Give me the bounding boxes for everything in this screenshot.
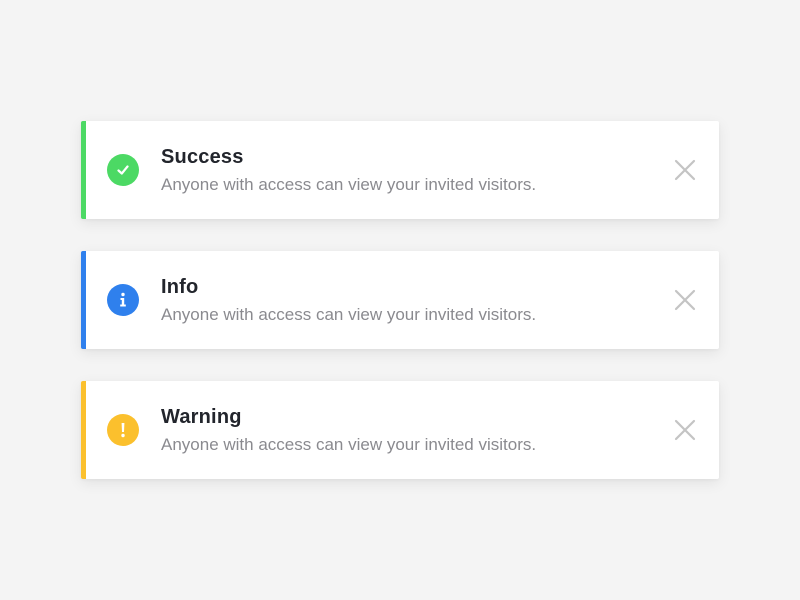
- alert-success-close-button[interactable]: [673, 158, 697, 182]
- alerts-showcase: Success Anyone with access can view your…: [0, 0, 800, 600]
- alert-warning-title: Warning: [161, 406, 242, 428]
- alert-success: Success Anyone with access can view your…: [81, 121, 719, 219]
- warning-circle-icon: [107, 414, 139, 446]
- alert-success-accent-bar: [81, 121, 86, 219]
- alert-info-message: Anyone with access can view your invited…: [161, 305, 537, 324]
- check-circle-icon: [107, 154, 139, 186]
- alert-warning-message: Anyone with access can view your invited…: [161, 435, 537, 454]
- alert-info-accent-bar: [81, 251, 86, 349]
- alert-info-close-button[interactable]: [673, 288, 697, 312]
- info-circle-icon: [107, 284, 139, 316]
- close-icon: [674, 289, 696, 311]
- alert-warning-accent-bar: [81, 381, 86, 479]
- close-icon: [674, 419, 696, 441]
- alert-success-title: Success: [161, 146, 244, 168]
- close-icon: [674, 159, 696, 181]
- alert-warning: Warning Anyone with access can view your…: [81, 381, 719, 479]
- alert-warning-close-button[interactable]: [673, 418, 697, 442]
- alert-info: Info Anyone with access can view your in…: [81, 251, 719, 349]
- alert-success-message: Anyone with access can view your invited…: [161, 175, 537, 194]
- alert-info-title: Info: [161, 276, 199, 298]
